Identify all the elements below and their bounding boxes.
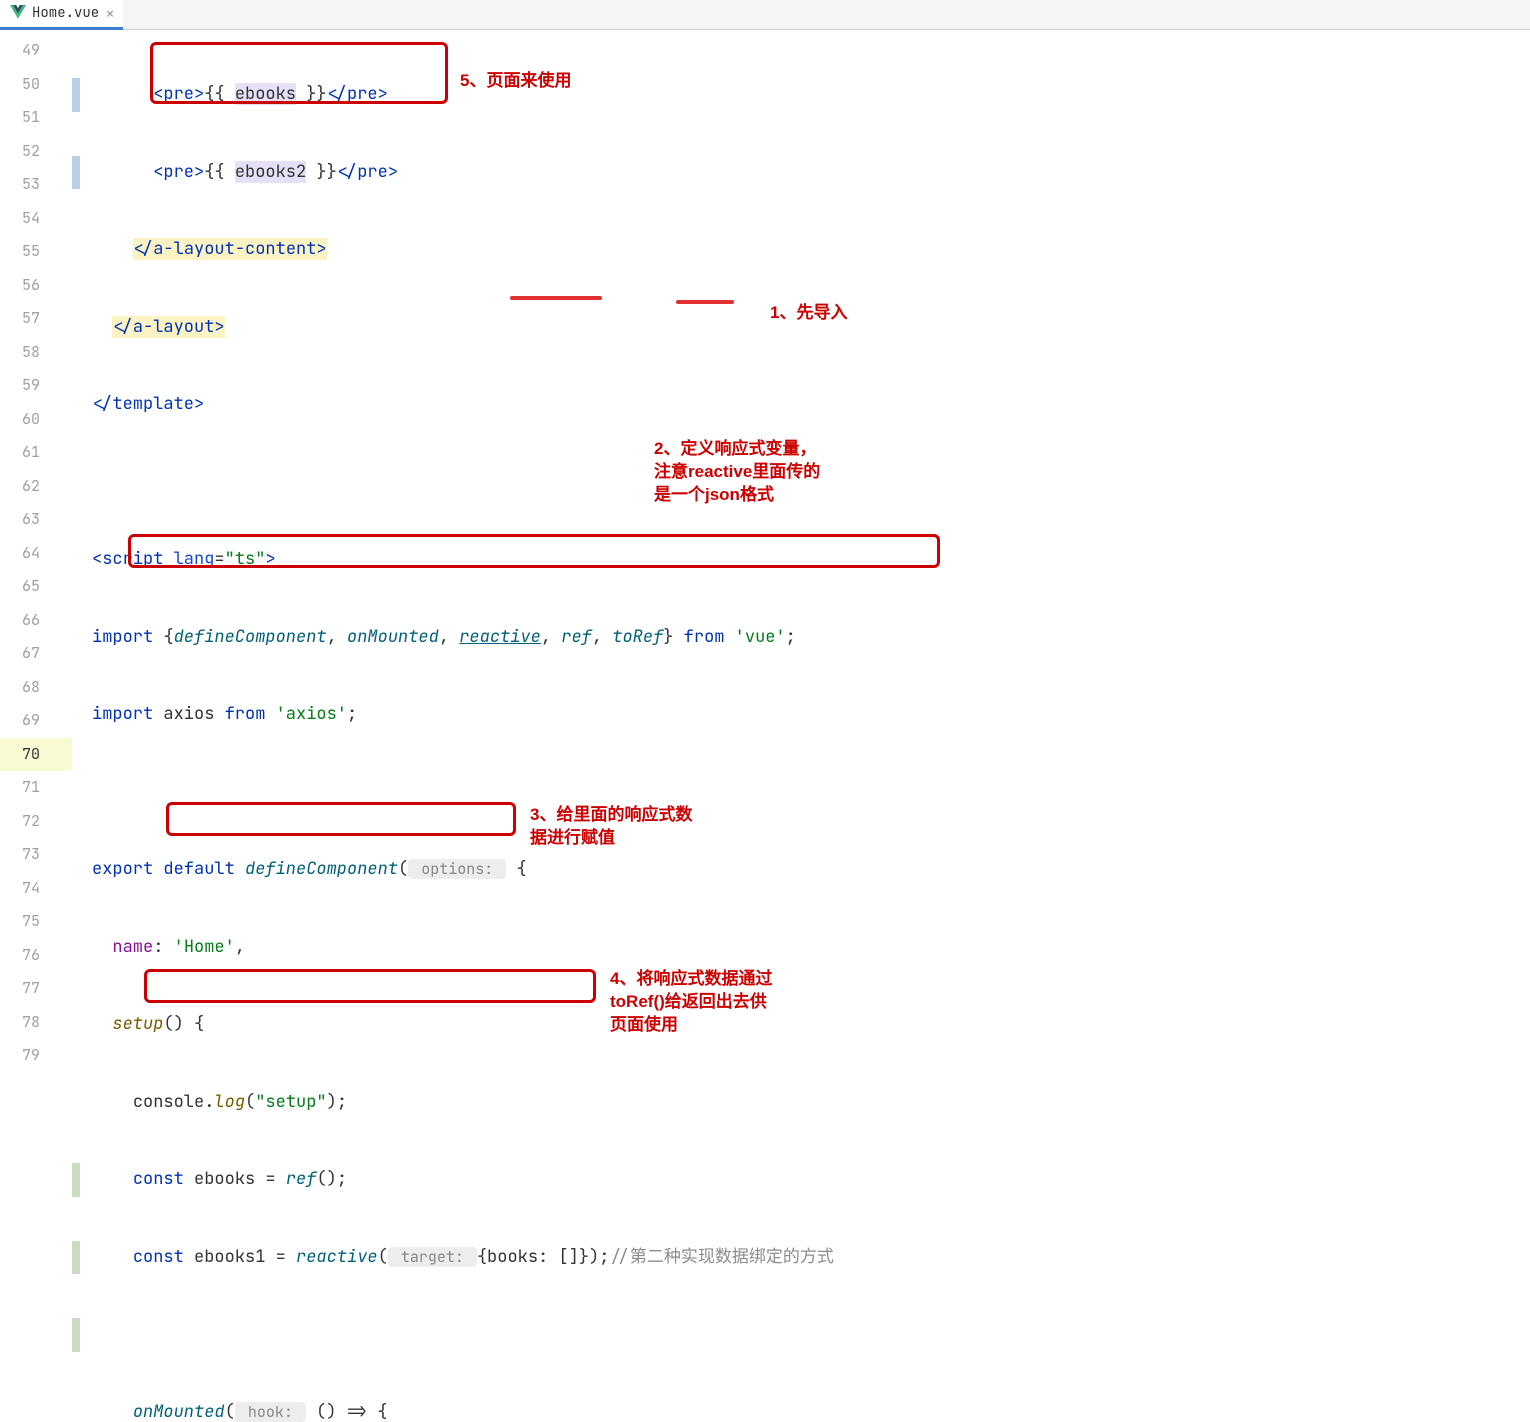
line-number: 77 <box>0 972 72 1006</box>
line-number: 79 <box>0 1039 72 1073</box>
line-number: 71 <box>0 771 72 805</box>
code-line[interactable]: <pre>{{ ebooks2 }}</pre> <box>72 156 1530 190</box>
code-line[interactable]: export default defineComponent( options:… <box>72 853 1530 887</box>
line-number: 70 <box>0 738 72 772</box>
line-number: 64 <box>0 537 72 571</box>
annotation-text: 1、先导入 <box>770 302 847 325</box>
line-number: 61 <box>0 436 72 470</box>
line-number: 68 <box>0 671 72 705</box>
line-number: 62 <box>0 470 72 504</box>
line-number: 63 <box>0 503 72 537</box>
code-area[interactable]: <pre>{{ ebooks }}</pre> <pre>{{ ebooks2 … <box>72 30 1530 1422</box>
line-number: 51 <box>0 101 72 135</box>
close-icon[interactable]: × <box>105 3 115 24</box>
line-number: 57 <box>0 302 72 336</box>
annotation-text: 2、定义响应式变量，注意reactive里面传的是一个json格式 <box>654 438 820 507</box>
line-number: 75 <box>0 905 72 939</box>
inlay-hint: options: <box>408 859 506 879</box>
code-line[interactable]: name: 'Home', <box>72 931 1530 965</box>
gutter: 49 50 51 52 53 54 55 56 57 58 59 60 61 6… <box>0 30 72 1422</box>
vue-icon <box>10 5 26 21</box>
annotation-underline <box>676 300 734 304</box>
code-line[interactable]: const ebooks1 = reactive( target: {books… <box>72 1241 1530 1275</box>
line-number: 56 <box>0 269 72 303</box>
editor[interactable]: 49 50 51 52 53 54 55 56 57 58 59 60 61 6… <box>0 30 1530 1422</box>
line-number: 73 <box>0 838 72 872</box>
line-number: 65 <box>0 570 72 604</box>
annotation-box <box>144 969 596 1003</box>
code-line[interactable]: console.log("setup"); <box>72 1086 1530 1120</box>
annotation-text: 3、给里面的响应式数据进行赋值 <box>530 804 692 850</box>
line-number: 58 <box>0 336 72 370</box>
line-number: 49 <box>0 34 72 68</box>
line-number: 74 <box>0 872 72 906</box>
line-number: 72 <box>0 805 72 839</box>
code-line[interactable] <box>72 1318 1530 1352</box>
code-line[interactable]: const ebooks = ref(); <box>72 1163 1530 1197</box>
line-number: 60 <box>0 403 72 437</box>
line-number: 50 <box>0 68 72 102</box>
tab-home-vue[interactable]: Home.vue × <box>0 0 123 30</box>
line-number: 78 <box>0 1006 72 1040</box>
line-number: 52 <box>0 135 72 169</box>
code-line[interactable]: </template> <box>72 388 1530 422</box>
line-number: 55 <box>0 235 72 269</box>
annotation-underline <box>510 296 602 300</box>
line-number: 67 <box>0 637 72 671</box>
code-line[interactable]: onMounted( hook: () => { <box>72 1396 1530 1422</box>
inlay-hint: target: <box>388 1247 477 1267</box>
line-number: 76 <box>0 939 72 973</box>
line-number: 66 <box>0 604 72 638</box>
annotation-text: 5、页面来使用 <box>460 70 571 93</box>
line-number: 59 <box>0 369 72 403</box>
code-line[interactable]: import axios from 'axios'; <box>72 698 1530 732</box>
tab-label: Home.vue <box>32 4 99 22</box>
line-number: 54 <box>0 202 72 236</box>
code-line[interactable]: <pre>{{ ebooks }}</pre> <box>72 78 1530 112</box>
code-line[interactable]: </a-layout-content> <box>72 233 1530 267</box>
line-number: 69 <box>0 704 72 738</box>
tab-bar: Home.vue × <box>0 0 1530 30</box>
line-number: 53 <box>0 168 72 202</box>
inlay-hint: hook: <box>235 1402 306 1422</box>
code-line[interactable]: <script lang="ts"> <box>72 543 1530 577</box>
code-line[interactable] <box>72 776 1530 810</box>
code-line[interactable]: import {defineComponent, onMounted, reac… <box>72 621 1530 655</box>
code-line[interactable]: setup() { <box>72 1008 1530 1042</box>
annotation-text: 4、将响应式数据通过toRef()给返回出去供页面使用 <box>610 968 772 1037</box>
